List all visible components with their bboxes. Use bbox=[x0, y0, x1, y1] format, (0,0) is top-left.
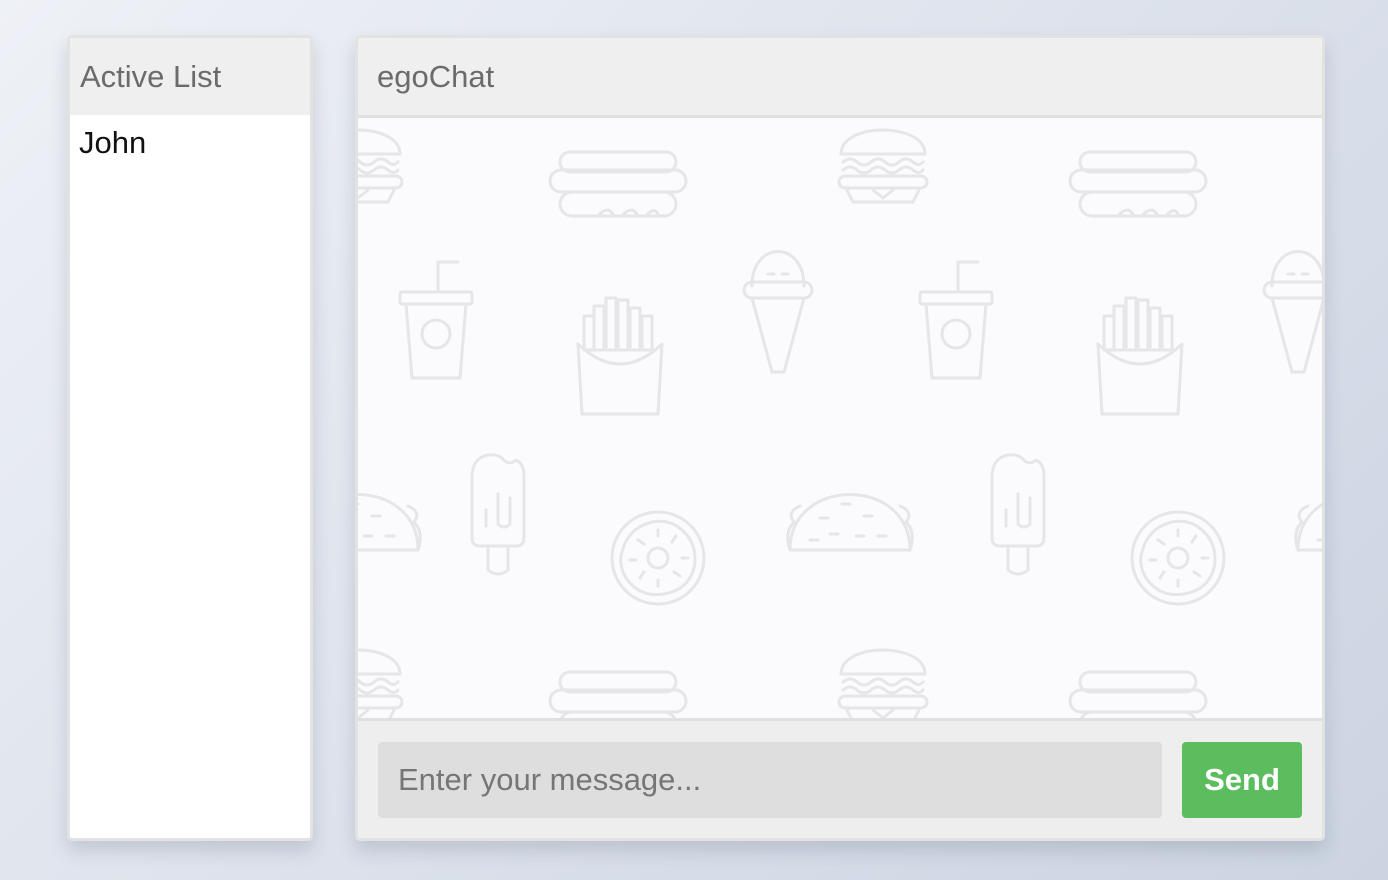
active-user-list: John bbox=[70, 115, 310, 163]
chat-input-bar: Send bbox=[358, 718, 1322, 838]
chat-panel: egoChat Enter your message... Send bbox=[355, 35, 1325, 841]
active-user-item[interactable]: John bbox=[79, 123, 310, 163]
chat-title: egoChat bbox=[358, 38, 1322, 118]
message-input[interactable] bbox=[378, 742, 1162, 818]
food-pattern-background bbox=[358, 128, 1322, 718]
active-list-panel: Active List John bbox=[67, 35, 313, 841]
chat-message-area[interactable] bbox=[358, 118, 1322, 718]
active-list-title: Active List bbox=[70, 38, 310, 115]
send-button[interactable]: Send bbox=[1182, 742, 1302, 818]
